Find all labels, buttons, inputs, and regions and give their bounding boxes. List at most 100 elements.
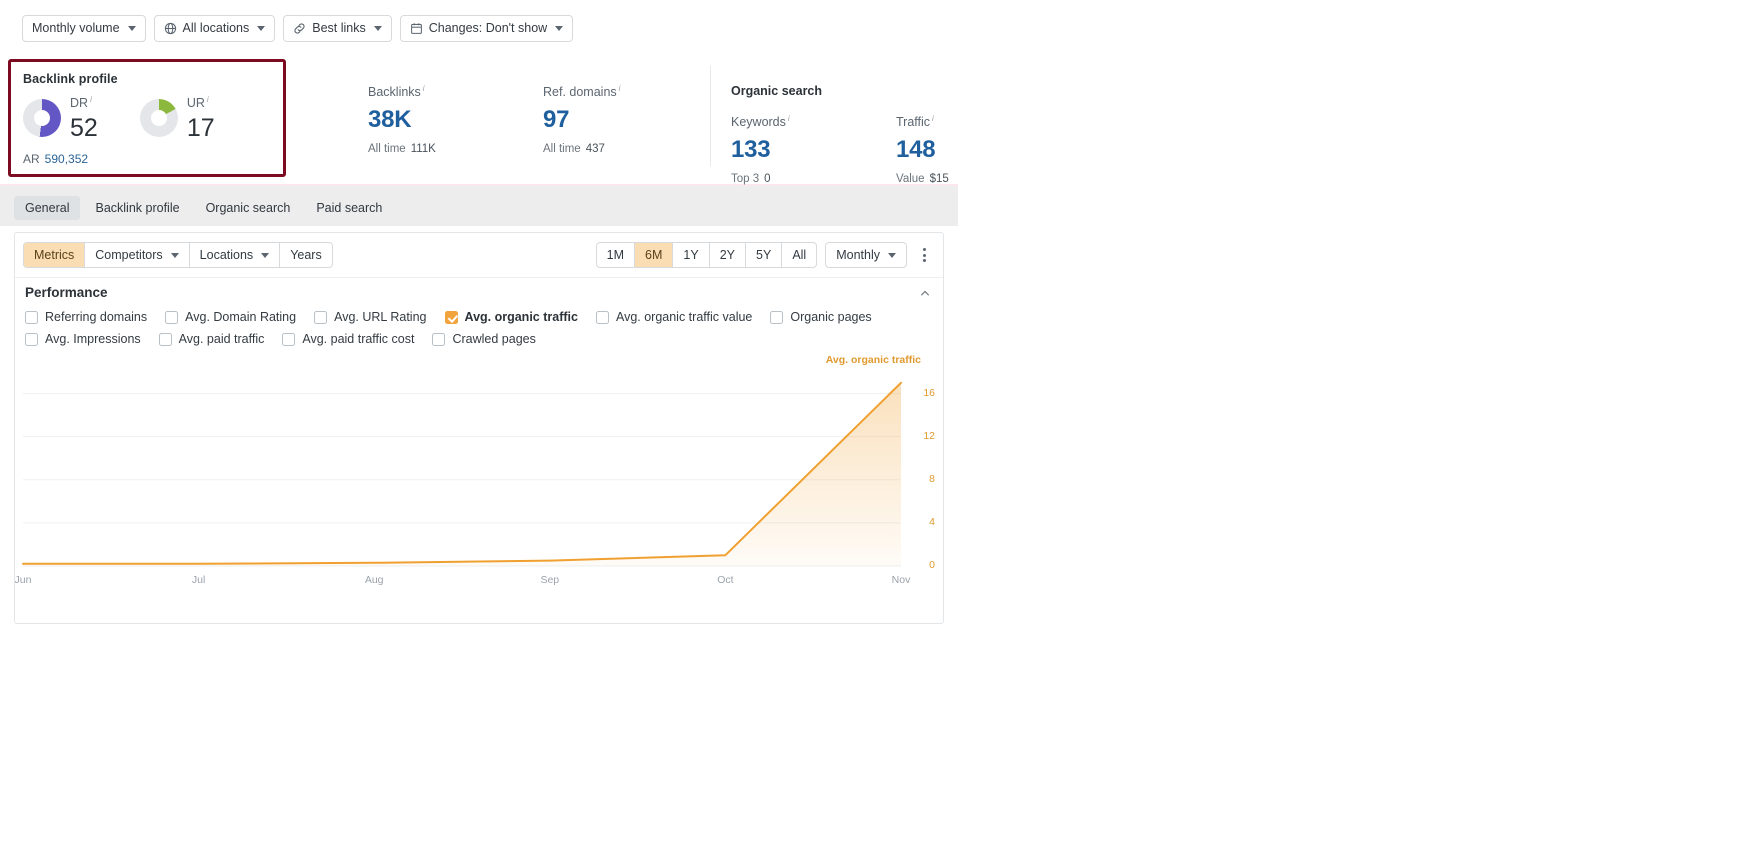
range-6m[interactable]: 6M <box>635 243 674 267</box>
checkbox-box[interactable] <box>314 310 328 324</box>
domain-rating-metric[interactable]: DR i 52 <box>23 96 98 141</box>
y-axis-tick: 4 <box>929 515 935 528</box>
checkbox-avg-domain-rating[interactable]: Avg. Domain Rating <box>165 310 296 324</box>
range-1y[interactable]: 1Y <box>673 243 710 267</box>
panel-toolbar-right: 1M 6M 1Y 2Y 5Y All Monthly <box>595 242 933 268</box>
segment-label: Years <box>290 248 322 262</box>
ref-domains-value[interactable]: 97 <box>543 106 620 134</box>
filter-toolbar: Monthly volume All locations Best links … <box>0 0 958 56</box>
checkbox-box[interactable] <box>282 332 296 346</box>
checkbox-box[interactable] <box>25 332 38 346</box>
checkbox-box[interactable] <box>595 310 609 324</box>
checkbox-avg-organic-traffic-value[interactable]: Avg. organic traffic value <box>595 310 752 324</box>
info-icon[interactable]: i <box>207 95 209 104</box>
more-options-button[interactable] <box>915 244 933 266</box>
x-axis-tick: Oct <box>717 574 734 586</box>
checkbox-label: Avg. Impressions <box>45 332 141 346</box>
checkbox-organic-pages[interactable]: Organic pages <box>770 310 872 324</box>
x-axis-tick: Aug <box>364 574 384 586</box>
granularity-label: Monthly <box>836 248 880 262</box>
y-axis-tick: 12 <box>923 429 935 442</box>
segment-years[interactable]: Years <box>280 243 332 267</box>
checkbox-box[interactable] <box>444 310 458 324</box>
traffic-subtext: Value $15 <box>896 173 949 186</box>
checkbox-box[interactable] <box>165 310 179 324</box>
info-icon[interactable]: i <box>788 114 790 123</box>
granularity-select[interactable]: Monthly <box>825 242 907 268</box>
range-2y[interactable]: 2Y <box>710 243 747 267</box>
ahrefs-rank-row: AR 590,352 <box>23 152 271 166</box>
info-icon[interactable]: i <box>619 84 621 93</box>
tabs-band: General Backlink profile Organic search Pai… <box>0 186 958 226</box>
url-rating-donut <box>139 99 178 138</box>
traffic-metric[interactable]: Traffic i 148 Value $15 <box>896 114 949 185</box>
collapse-chevron-up-icon[interactable] <box>919 287 931 299</box>
filter-changes[interactable]: Changes: Don't show <box>399 14 574 42</box>
segment-locations[interactable]: Locations <box>190 243 281 267</box>
segment-competitors[interactable]: Competitors <box>85 243 190 267</box>
x-axis-tick: Jun <box>14 574 32 586</box>
checkbox-box[interactable] <box>25 310 38 324</box>
checkbox-label: Referring domains <box>45 310 148 324</box>
tab-backlink-profile[interactable]: Backlink profile <box>84 196 190 220</box>
backlink-profile-card[interactable]: Backlink profile DR i 52 UR i 17 AR 590,… <box>8 59 286 177</box>
filter-all-locations[interactable]: All locations <box>153 14 276 42</box>
traffic-label: Traffic i <box>896 114 934 130</box>
ahrefs-site-overview: Monthly volume All locations Best links … <box>0 0 958 634</box>
y-axis-tick: 8 <box>929 472 935 485</box>
url-rating-metric[interactable]: UR i 17 <box>139 95 215 142</box>
range-1m[interactable]: 1M <box>597 243 636 267</box>
ahrefs-rank-label: AR <box>23 151 40 166</box>
ahrefs-rank-value[interactable]: 590,352 <box>45 152 88 166</box>
checkbox-box[interactable] <box>158 332 172 346</box>
backlinks-metric[interactable]: Backlinks i 38K All time 111K <box>368 84 436 155</box>
checkbox-box[interactable] <box>432 332 446 346</box>
ref-domains-metric[interactable]: Ref. domains i 97 All time 437 <box>543 84 620 155</box>
info-icon[interactable]: i <box>90 95 92 104</box>
tab-general[interactable]: General <box>14 196 81 220</box>
checkbox-avg-organic-traffic[interactable]: Avg. organic traffic <box>444 310 578 324</box>
checkbox-avg-paid-traffic-cost[interactable]: Avg. paid traffic cost <box>282 332 414 346</box>
backlink-profile-title: Backlink profile <box>23 72 118 86</box>
backlinks-subtext: All time 111K <box>368 143 436 156</box>
tab-paid-search[interactable]: Paid search <box>305 196 393 220</box>
globe-icon <box>164 22 177 35</box>
url-rating-value: 17 <box>186 113 215 142</box>
performance-chart[interactable]: Avg. organic traffic 0 4 8 12 16 Jun Jul Aug Se… <box>15 354 943 586</box>
chevron-down-icon <box>170 252 179 258</box>
checkbox-box[interactable] <box>770 310 784 324</box>
segment-label: Competitors <box>95 248 163 262</box>
tab-organic-search[interactable]: Organic search <box>195 196 302 220</box>
ref-domains-subtext: All time 437 <box>543 143 605 156</box>
checkbox-avg-impressions[interactable]: Avg. Impressions <box>25 332 141 346</box>
checkbox-avg-paid-traffic[interactable]: Avg. paid traffic <box>158 332 264 346</box>
traffic-value[interactable]: 148 <box>896 136 949 164</box>
info-icon[interactable]: i <box>932 114 934 123</box>
ref-domains-label: Ref. domains i <box>543 84 621 100</box>
checkbox-label: Crawled pages <box>452 332 536 346</box>
y-axis-tick: 0 <box>929 559 935 571</box>
info-icon[interactable]: i <box>423 84 425 93</box>
range-5y[interactable]: 5Y <box>746 243 783 267</box>
range-all[interactable]: All <box>782 243 816 267</box>
checkbox-referring-domains[interactable]: Referring domains <box>25 310 147 324</box>
x-axis-tick: Sep <box>540 574 560 586</box>
checkbox-avg-url-rating[interactable]: Avg. URL Rating <box>314 310 427 324</box>
keywords-value[interactable]: 133 <box>731 136 790 164</box>
filter-monthly-volume[interactable]: Monthly volume <box>22 14 146 42</box>
x-axis-tick: Jul <box>191 574 206 586</box>
y-axis-tick: 16 <box>923 386 935 399</box>
chevron-down-icon <box>127 25 136 31</box>
segment-metrics[interactable]: Metrics <box>24 243 86 267</box>
date-range-segmented-control: 1M 6M 1Y 2Y 5Y All <box>595 242 818 268</box>
granularity-option[interactable]: Monthly <box>826 243 906 267</box>
keywords-metric[interactable]: Keywords i 133 Top 30 <box>731 114 790 185</box>
checkbox-crawled-pages[interactable]: Crawled pages <box>432 332 536 346</box>
checkbox-label: Avg. Domain Rating <box>185 310 297 324</box>
filter-best-links[interactable]: Best links <box>283 14 392 42</box>
backlinks-value[interactable]: 38K <box>368 106 436 134</box>
chart-canvas[interactable] <box>15 354 943 586</box>
filter-label: Monthly volume <box>32 21 120 35</box>
main-tabs: General Backlink profile Organic search Pai… <box>14 196 958 220</box>
keywords-label: Keywords i <box>731 114 790 130</box>
